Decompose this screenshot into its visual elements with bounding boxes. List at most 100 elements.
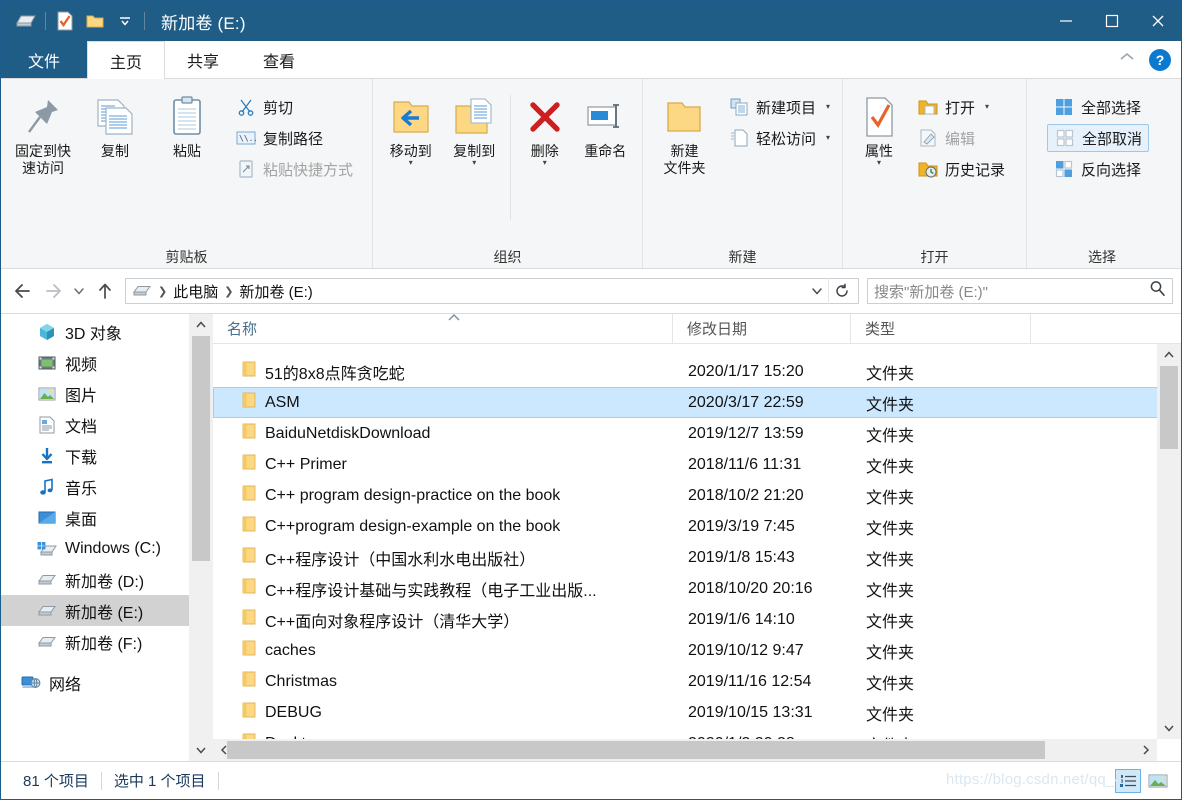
chevron-down-icon[interactable]: ▾ — [472, 159, 476, 167]
sidebar-item-drive-d[interactable]: 新加卷 (D:) — [1, 564, 213, 595]
sidebar-item-pictures[interactable]: 图片 — [1, 378, 213, 409]
cut-button[interactable]: 剪切 — [229, 93, 359, 121]
open-button[interactable]: 打开 ▾ — [911, 93, 1011, 121]
sidebar-item-desktop[interactable]: 桌面 — [1, 502, 213, 533]
sidebar-item-windows-c[interactable]: Windows (C:) — [1, 533, 213, 564]
select-all-button[interactable]: 全部选择 — [1047, 93, 1149, 121]
properties-check-icon[interactable] — [50, 8, 80, 34]
move-to-button[interactable]: 移动到 ▾ — [379, 87, 442, 167]
tab-view[interactable]: 查看 — [241, 41, 317, 78]
breadcrumb[interactable]: ❯ 此电脑 ❯ 新加卷 (E:) — [125, 278, 859, 304]
tab-file[interactable]: 文件 — [1, 41, 87, 78]
table-row[interactable]: C++程序设计基础与实践教程（电子工业出版... 2018/10/20 20:1… — [213, 573, 1181, 604]
collapse-ribbon-button[interactable] — [1117, 50, 1137, 69]
sidebar-item-network[interactable]: 网络 — [1, 667, 213, 698]
table-row[interactable]: caches 2019/10/12 9:47 文件夹 — [213, 635, 1181, 666]
sidebar-item-drive-f[interactable]: 新加卷 (F:) — [1, 626, 213, 657]
chevron-down-icon[interactable]: ▾ — [826, 134, 830, 142]
maximize-button[interactable] — [1089, 1, 1135, 41]
minimize-button[interactable] — [1043, 1, 1089, 41]
table-row[interactable]: C++ Primer 2018/11/6 11:31 文件夹 — [213, 449, 1181, 480]
file-type-cell: 文件夹 — [866, 613, 915, 631]
search-input[interactable]: 搜索"新加卷 (E:)" — [867, 278, 1173, 304]
copy-path-label: 复制路径 — [263, 130, 324, 148]
refresh-icon[interactable] — [828, 278, 854, 304]
file-list-scroll-thumb[interactable] — [1160, 366, 1178, 449]
delete-button[interactable]: 删除 ▾ — [515, 87, 575, 167]
column-header-name[interactable]: 名称 — [213, 314, 673, 343]
chevron-down-icon[interactable]: ▾ — [826, 103, 830, 111]
table-row[interactable]: C++ program design-practice on the book … — [213, 480, 1181, 511]
new-folder-icon[interactable] — [80, 8, 110, 34]
chevron-down-icon[interactable] — [110, 8, 140, 34]
file-list-horizontal-scrollbar[interactable] — [213, 739, 1157, 761]
tab-share[interactable]: 共享 — [165, 41, 241, 78]
edit-button[interactable]: 编辑 — [911, 124, 1011, 152]
drive-icon[interactable] — [11, 8, 41, 34]
sidebar-item-label: 视频 — [65, 356, 98, 374]
back-button[interactable] — [9, 277, 37, 305]
scroll-up-arrow[interactable] — [1157, 344, 1181, 366]
recent-locations-button[interactable] — [69, 277, 89, 305]
search-icon[interactable] — [1149, 280, 1166, 302]
file-name-cell: C++面向对象程序设计（清华大学） — [214, 608, 674, 632]
scroll-down-arrow[interactable] — [1157, 717, 1181, 739]
file-name-text: C++ Primer — [265, 455, 347, 473]
chevron-down-icon[interactable]: ▾ — [543, 159, 547, 167]
scroll-right-arrow[interactable] — [1135, 739, 1157, 761]
table-row[interactable]: ASM 2020/3/17 22:59 文件夹 — [213, 387, 1181, 418]
new-item-button[interactable]: 新建项目 ▾ — [722, 93, 836, 121]
file-type-cell: 文件夹 — [866, 520, 915, 538]
breadcrumb-item-drive-e[interactable]: 新加卷 (E:) — [235, 281, 316, 302]
navigation-scrollbar[interactable] — [189, 314, 213, 761]
column-header-date[interactable]: 修改日期 — [673, 314, 851, 343]
paste-shortcut-button[interactable]: 粘贴快捷方式 — [229, 155, 359, 183]
column-header-type[interactable]: 类型 — [851, 314, 1031, 343]
paste-button[interactable]: 粘贴 — [151, 87, 223, 160]
table-row[interactable]: C++program design-example on the book 20… — [213, 511, 1181, 542]
scroll-down-arrow[interactable] — [189, 739, 213, 761]
table-row[interactable]: Christmas 2019/11/16 12:54 文件夹 — [213, 666, 1181, 697]
breadcrumb-item-this-pc[interactable]: 此电脑 — [169, 281, 222, 302]
invert-selection-button[interactable]: 反向选择 — [1047, 155, 1149, 183]
sidebar-item-documents[interactable]: 文档 — [1, 409, 213, 440]
copy-path-icon: \\... — [235, 127, 257, 149]
file-list-vertical-scrollbar[interactable] — [1157, 344, 1181, 739]
table-row[interactable]: C++程序设计（中国水利水电出版社） 2019/1/8 15:43 文件夹 — [213, 542, 1181, 573]
file-name-text: BaiduNetdiskDownload — [265, 424, 431, 442]
scroll-up-arrow[interactable] — [189, 314, 213, 336]
sidebar-item-videos[interactable]: 视频 — [1, 347, 213, 378]
chevron-down-icon[interactable]: ▾ — [985, 103, 989, 111]
chevron-down-icon[interactable]: ▾ — [877, 159, 881, 167]
forward-button[interactable] — [39, 277, 67, 305]
scroll-left-arrow[interactable] — [213, 739, 235, 761]
table-row[interactable]: DEBUG 2019/10/15 13:31 文件夹 — [213, 697, 1181, 728]
sidebar-item-drive-e[interactable]: 新加卷 (E:) — [1, 595, 213, 626]
chevron-down-icon[interactable] — [806, 284, 828, 298]
tab-home[interactable]: 主页 — [87, 41, 166, 79]
easy-access-button[interactable]: 轻松访问 ▾ — [722, 124, 836, 152]
help-button[interactable]: ? — [1149, 48, 1171, 71]
table-row[interactable]: 51的8x8点阵贪吃蛇 2020/1/17 15:20 文件夹 — [213, 356, 1181, 387]
copy-button[interactable]: 复制 — [79, 87, 151, 160]
sidebar-item-music[interactable]: 音乐 — [1, 471, 213, 502]
history-button[interactable]: 历史记录 — [911, 155, 1011, 183]
properties-button[interactable]: 属性 ▾ — [849, 87, 909, 167]
select-none-button[interactable]: 全部取消 — [1047, 124, 1150, 152]
videos-icon — [37, 353, 57, 373]
pin-to-quick-access-button[interactable]: 固定到快 速访问 — [7, 87, 79, 177]
rename-button[interactable]: 重命名 — [574, 87, 636, 160]
table-row[interactable]: C++面向对象程序设计（清华大学） 2019/1/6 14:10 文件夹 — [213, 604, 1181, 635]
table-row[interactable]: BaiduNetdiskDownload 2019/12/7 13:59 文件夹 — [213, 418, 1181, 449]
navigation-scroll-thumb[interactable] — [192, 336, 210, 561]
new-folder-button[interactable]: 新建 文件夹 — [649, 87, 720, 177]
sidebar-item-3d-objects[interactable]: 3D 对象 — [1, 316, 213, 347]
copy-path-button[interactable]: \\... 复制路径 — [229, 124, 359, 152]
close-button[interactable] — [1135, 1, 1181, 41]
thumbnails-view-icon[interactable] — [1145, 769, 1171, 793]
sidebar-item-downloads[interactable]: 下载 — [1, 440, 213, 471]
chevron-down-icon[interactable]: ▾ — [409, 159, 413, 167]
copy-to-button[interactable]: 复制到 ▾ — [442, 87, 505, 167]
up-button[interactable] — [91, 277, 119, 305]
horizontal-scroll-thumb[interactable] — [227, 741, 1045, 759]
